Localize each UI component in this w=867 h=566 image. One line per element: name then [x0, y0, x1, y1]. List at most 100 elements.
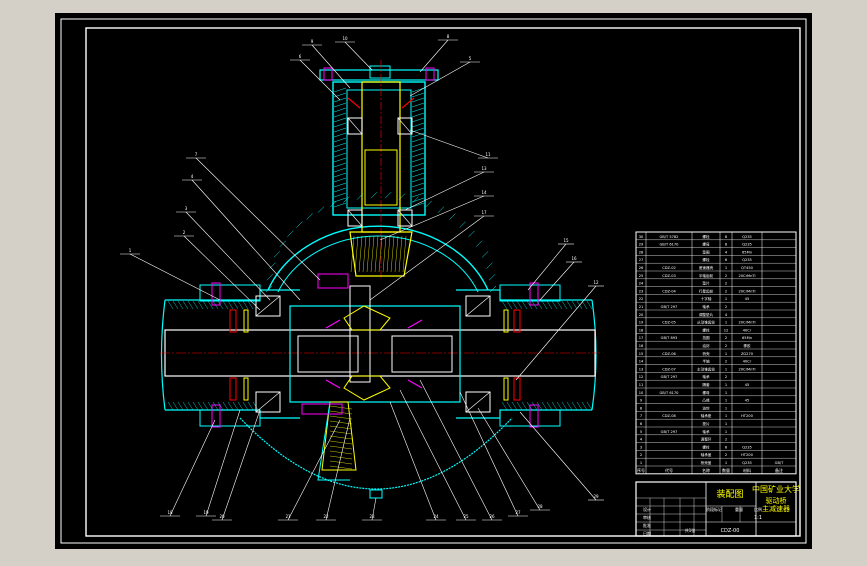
parts-cell: 2 — [725, 289, 727, 293]
parts-cell: 40Cr — [743, 328, 752, 332]
parts-header-cell: 序号 — [637, 467, 645, 473]
parts-cell: 凸缘 — [702, 398, 710, 403]
parts-cell: 65Mn — [742, 336, 752, 340]
parts-cell: 1 — [725, 367, 727, 371]
parts-cell: 轴承盖 — [701, 452, 712, 457]
parts-cell: 25 — [639, 274, 644, 278]
callout-label: 17 — [481, 210, 487, 215]
parts-cell: 2 — [725, 360, 727, 364]
parts-cell: 轴承 — [702, 374, 710, 379]
callout-label: 10 — [342, 36, 348, 41]
parts-cell: 差速器壳 — [699, 265, 714, 270]
parts-cell: 21 — [639, 305, 644, 309]
parts-cell: CDZ-04 — [662, 289, 676, 293]
scale-text: 1:1 — [754, 515, 762, 521]
drawing-canvas[interactable]: 910 86 5117413141732118 1920 21 22 23 24 25 26272… — [0, 0, 867, 562]
parts-cell: 28 — [639, 250, 644, 254]
parts-cell: 油封 — [702, 343, 710, 348]
parts-cell: CDZ-05 — [662, 321, 676, 325]
callout-label: 22 — [323, 514, 329, 519]
parts-cell: 30 — [639, 235, 644, 239]
parts-cell: 14 — [639, 360, 644, 364]
parts-cell: 2 — [725, 305, 727, 309]
parts-cell: 23 — [639, 289, 644, 293]
parts-cell: 20CrMnTi — [738, 274, 755, 278]
callout-label: 7 — [195, 152, 198, 157]
parts-cell: 13 — [639, 367, 644, 371]
parts-cell: 2 — [725, 438, 727, 442]
parts-cell: 垫片 — [702, 281, 710, 286]
parts-cell: 12 — [639, 375, 644, 379]
parts-cell: 45 — [745, 297, 750, 301]
cad-drawing-window: 9 10 8 6 5 11 7 4 13 14 17 3 2 1 18 19 20 21 22 23 24 25 26 27 2… — [0, 0, 867, 562]
parts-cell: 半轴 — [702, 359, 710, 364]
parts-cell: CDZ-06 — [662, 352, 676, 356]
parts-cell: Q235 — [742, 445, 752, 449]
callout-label: 28 — [537, 504, 543, 509]
parts-cell: CDZ-02 — [662, 266, 676, 270]
parts-cell: 橡胶 — [743, 343, 751, 348]
parts-cell: HT200 — [741, 414, 753, 418]
parts-cell: GB/T 6170 — [660, 391, 680, 395]
callout-label: 14 — [481, 190, 487, 195]
parts-cell: 主动锥齿轮 — [697, 366, 715, 371]
callout-label: 8 — [447, 34, 450, 39]
drawing-name-text: 装配图 — [716, 488, 743, 500]
parts-cell: 轴承座 — [701, 413, 712, 418]
parts-cell: 螺栓 — [702, 234, 710, 239]
school-text: 中国矿业大学 — [752, 484, 800, 494]
parts-cell: 11 — [639, 383, 644, 387]
parts-cell: 1 — [725, 430, 727, 434]
parts-cell: CDZ-08 — [662, 414, 676, 418]
callout-label: 2 — [183, 230, 186, 235]
parts-header-cell: 备注 — [775, 467, 783, 473]
parts-cell: 3 — [640, 445, 642, 449]
callout-label: 12 — [593, 280, 599, 285]
parts-cell: 5 — [640, 430, 642, 434]
parts-cell: 1 — [725, 297, 727, 301]
parts-cell: 2 — [725, 344, 727, 348]
model-space — [55, 13, 812, 549]
callout-label: 16 — [571, 256, 577, 261]
callout-label: 25 — [463, 514, 469, 519]
parts-cell: 40Cr — [743, 360, 752, 364]
parts-cell: 垫圈 — [702, 249, 710, 254]
parts-cell: 26 — [639, 266, 644, 270]
callout-label: 4 — [191, 174, 194, 179]
parts-cell: HT200 — [741, 453, 753, 457]
callout-label: 23 — [369, 514, 375, 519]
callout-label: 24 — [433, 514, 439, 519]
subject-line2-text: 主减速器 — [762, 504, 790, 513]
callout-label: 3 — [185, 206, 188, 211]
callout-label: 5 — [469, 56, 472, 61]
parts-header-cell: 代号 — [665, 467, 673, 473]
parts-cell: 轴承 — [702, 429, 710, 434]
ratio-text: 比例 — [754, 506, 762, 512]
parts-cell: 24 — [639, 282, 644, 286]
weight-text: 重量 — [735, 506, 743, 512]
parts-cell: 1 — [725, 399, 727, 403]
parts-cell: 十字轴 — [701, 296, 712, 301]
parts-cell: 轴承 — [702, 304, 710, 309]
parts-cell: CDZ-03 — [662, 274, 676, 278]
callout-label: 15 — [563, 238, 569, 243]
parts-cell: 29 — [639, 243, 644, 247]
parts-cell: ZG270 — [741, 352, 754, 356]
parts-cell: Q235 — [742, 235, 752, 239]
parts-cell: GB/T — [775, 461, 784, 465]
parts-cell: 从动锥齿轮 — [697, 320, 715, 325]
parts-cell: 20CrMnTi — [738, 367, 755, 371]
parts-cell: 1 — [640, 461, 642, 465]
parts-cell: 2 — [725, 453, 727, 457]
callout-label: 9 — [311, 39, 314, 44]
parts-cell: GB/T 297 — [661, 305, 678, 309]
parts-cell: 65Mn — [742, 250, 752, 254]
callout-label: 20 — [219, 514, 225, 519]
callout-label: 13 — [481, 166, 487, 171]
parts-cell: 2 — [725, 274, 727, 278]
parts-cell: GB/T 297 — [661, 430, 678, 434]
parts-cell: 调整环 — [701, 437, 712, 442]
parts-cell: 22 — [639, 297, 644, 301]
parts-cell: Q235 — [742, 258, 752, 262]
parts-cell: 1 — [725, 406, 727, 410]
